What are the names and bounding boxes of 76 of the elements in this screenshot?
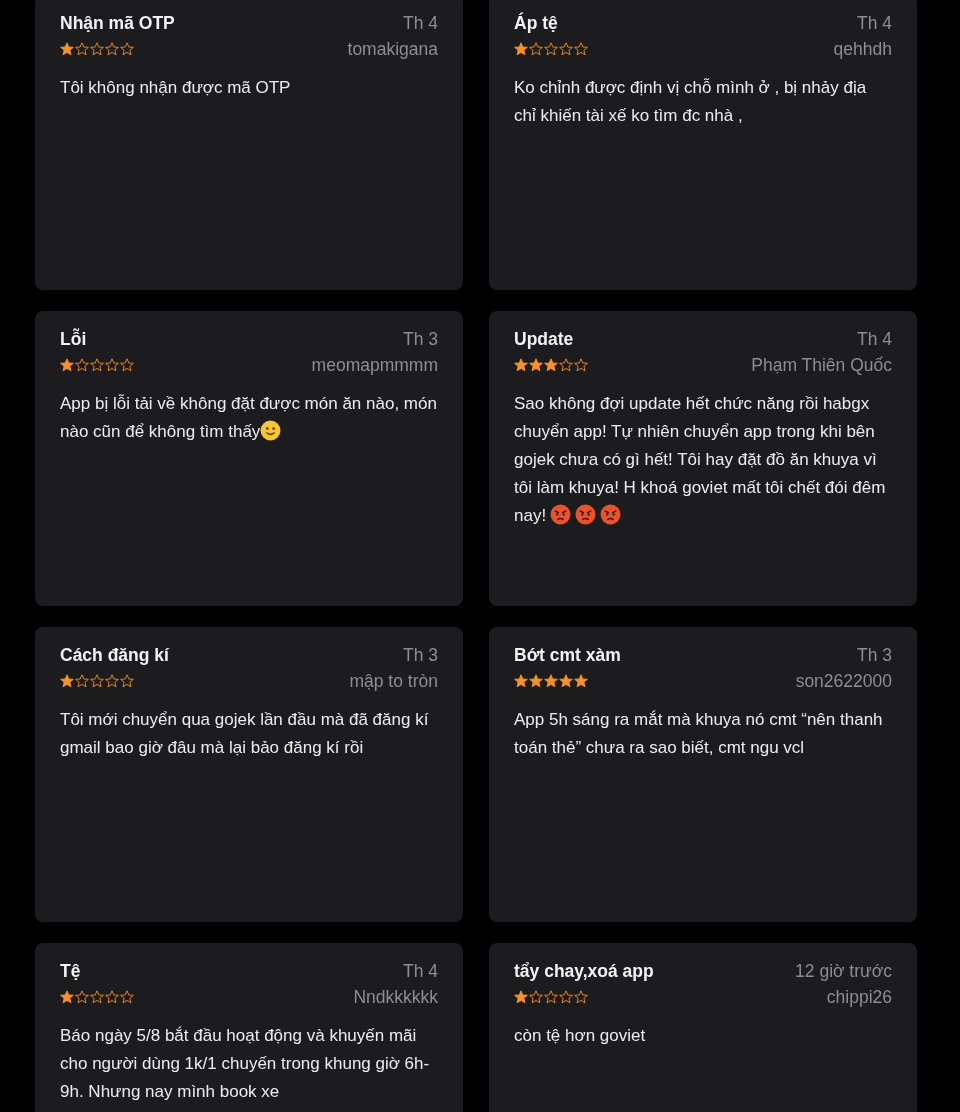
star-icon: [529, 42, 543, 56]
star-icon: [75, 990, 89, 1004]
star-icon: [514, 42, 528, 56]
star-icon: [105, 358, 119, 372]
star-icon: [105, 42, 119, 56]
review-author: qehhdh: [833, 38, 892, 60]
star-icon: [559, 674, 573, 688]
review-date: Th 4: [402, 960, 438, 982]
review-date: 12 giờ trước: [795, 960, 892, 982]
review-title: Áp tệ: [514, 12, 558, 34]
star-icon: [529, 358, 543, 372]
star-icon: [544, 990, 558, 1004]
angry-face-icon: [550, 504, 572, 525]
star-icon: [105, 674, 119, 688]
star-icon: [120, 990, 134, 1004]
star-icon: [75, 42, 89, 56]
review-date: Th 4: [402, 12, 438, 34]
review-date: Th 4: [856, 328, 892, 350]
review-title: Tệ: [60, 960, 81, 982]
review-author: chippi26: [826, 986, 892, 1008]
star-icon: [574, 42, 588, 56]
review-text: Báo ngày 5/8 bắt đầu hoạt động và khuyến mãi cho người dùng 1k/1 chuyến trong khung giờ 6h-9h. Nhưng nay mình book xe: [60, 1025, 431, 1103]
review-title: Update: [514, 328, 574, 350]
review-text: còn tệ hơn goviet: [514, 1025, 647, 1047]
star-icon: [514, 674, 528, 688]
star-icon: [529, 674, 543, 688]
review-date: Th 3: [402, 644, 438, 666]
review-title: tẩy chay,xoá app: [514, 960, 654, 982]
star-icon: [529, 990, 543, 1004]
star-icon: [544, 358, 558, 372]
angry-face-icon: [600, 504, 622, 525]
star-icon: [90, 674, 104, 688]
star-icon: [75, 674, 89, 688]
review-author: son2622000: [795, 670, 892, 692]
star-icon: [60, 674, 74, 688]
review-text: Sao không đợi update hết chức năng rồi habgx chuyển app! Tự nhiên chuyển app trong khi bên gojek chưa có gì hết! Tôi hay đặt đồ ăn khuya vì tôi làm khuya! H khoá goviet mất tôi chết đói đêm nay!: [514, 393, 887, 527]
star-icon: [559, 358, 573, 372]
review-author: Phạm Thiên Quốc: [751, 354, 892, 376]
review-title: Nhận mã OTP: [60, 12, 175, 34]
review-text: App bị lỗi tải về không đặt được món ăn nào, món nào cũn để không tìm thấy: [60, 393, 438, 443]
star-icon: [514, 358, 528, 372]
review-author: meomapmmmm: [311, 354, 438, 376]
star-icon: [574, 674, 588, 688]
review-date: Th 3: [402, 328, 438, 350]
star-icon: [90, 990, 104, 1004]
review-author: tomakigana: [347, 38, 438, 60]
star-icon: [60, 358, 74, 372]
review-author: Nndkkkkkk: [353, 986, 438, 1008]
smiley-icon: [260, 420, 282, 441]
angry-face-icon: [575, 504, 597, 525]
star-icon: [559, 990, 573, 1004]
review-text: App 5h sáng ra mắt mà khuya nó cmt “nên thanh toán thẻ” chưa ra sao biết, cmt ngu vcl: [514, 709, 884, 759]
review-date: Th 3: [856, 644, 892, 666]
review-text: Tôi không nhận được mã OTP: [60, 77, 292, 99]
star-icon: [574, 358, 588, 372]
star-icon: [544, 42, 558, 56]
star-icon: [60, 990, 74, 1004]
star-icon: [559, 42, 573, 56]
star-icon: [574, 990, 588, 1004]
star-icon: [120, 42, 134, 56]
star-icon: [514, 990, 528, 1004]
star-icon: [60, 42, 74, 56]
review-title: Lỗi: [60, 328, 87, 350]
review-text: Tôi mới chuyển qua gojek lần đầu mà đã đăng kí gmail bao giờ đâu mà lại bảo đăng kí rồi: [60, 709, 430, 759]
review-date: Th 4: [856, 12, 892, 34]
star-icon: [120, 358, 134, 372]
review-title: Bớt cmt xàm: [514, 644, 621, 666]
star-icon: [90, 42, 104, 56]
review-author: mập to tròn: [349, 670, 438, 692]
review-text: Ko chỉnh được định vị chỗ mình ở , bị nhảy địa chỉ khiến tài xế ko tìm đc nhà ,: [514, 77, 868, 127]
star-icon: [120, 674, 134, 688]
star-icon: [75, 358, 89, 372]
star-icon: [90, 358, 104, 372]
star-icon: [105, 990, 119, 1004]
review-title: Cách đăng kí: [60, 644, 169, 666]
star-icon: [544, 674, 558, 688]
